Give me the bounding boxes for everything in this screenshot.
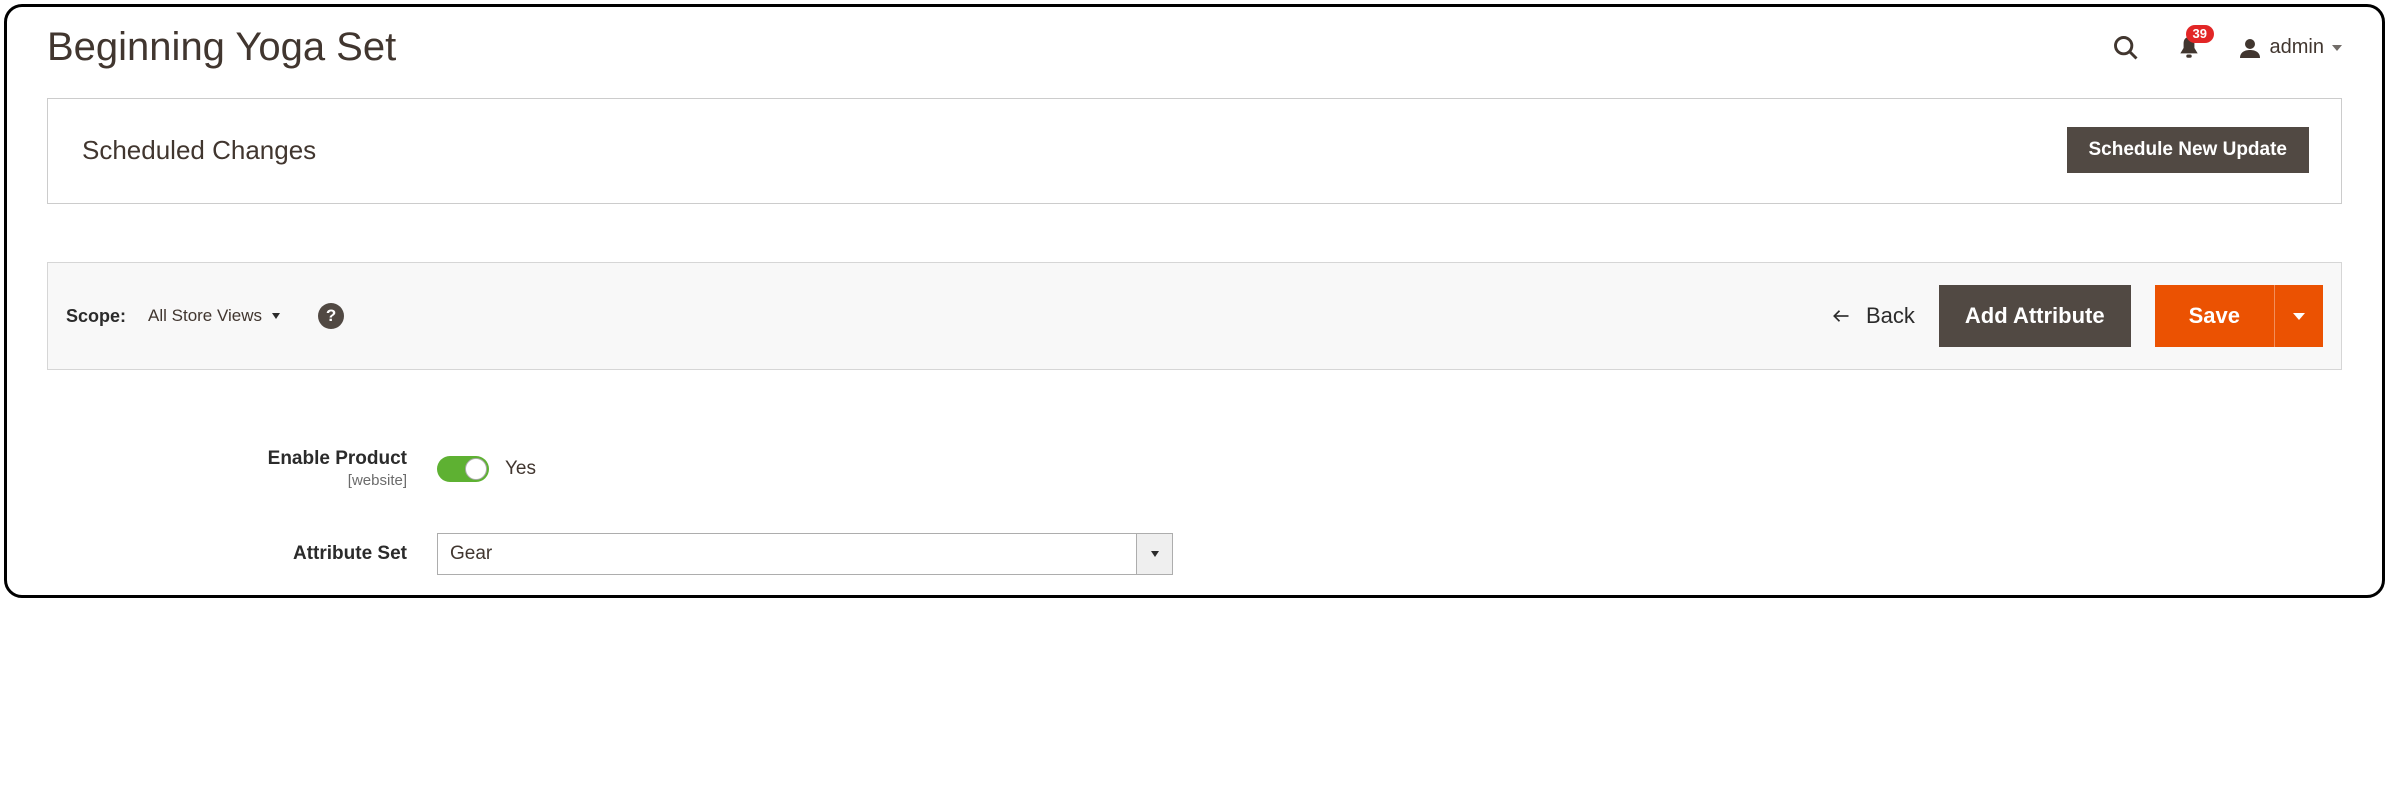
attribute-set-input[interactable]	[437, 533, 1137, 575]
save-split-button: Save	[2155, 285, 2323, 347]
attribute-set-label: Attribute Set	[293, 543, 407, 564]
attribute-set-dropdown-button[interactable]	[1137, 533, 1173, 575]
scheduled-changes-panel: Scheduled Changes Schedule New Update	[47, 98, 2342, 204]
user-name-label: admin	[2270, 36, 2324, 59]
notification-badge: 39	[2186, 25, 2214, 43]
chevron-down-icon	[1151, 551, 1159, 557]
enable-product-label: Enable Product	[268, 448, 407, 469]
enable-product-value: Yes	[505, 458, 536, 480]
chevron-down-icon	[272, 313, 280, 319]
schedule-new-update-button[interactable]: Schedule New Update	[2067, 127, 2310, 173]
notifications-icon[interactable]: 39	[2176, 33, 2202, 63]
product-form: Enable Product [website] Yes Attribute S…	[47, 448, 2342, 575]
save-dropdown-button[interactable]	[2274, 285, 2323, 347]
help-icon[interactable]: ?	[318, 303, 344, 329]
action-toolbar: Scope: All Store Views ? Back Add Attrib…	[47, 262, 2342, 370]
page-title: Beginning Yoga Set	[47, 25, 396, 70]
chevron-down-icon	[2332, 45, 2342, 51]
scope-selector[interactable]: All Store Views	[148, 306, 280, 326]
scope-value-text: All Store Views	[148, 306, 262, 326]
scope-label: Scope:	[66, 306, 126, 327]
chevron-down-icon	[2293, 313, 2305, 320]
back-label: Back	[1866, 303, 1915, 329]
scheduled-changes-title: Scheduled Changes	[82, 135, 316, 166]
add-attribute-button[interactable]: Add Attribute	[1939, 285, 2131, 347]
user-icon	[2238, 36, 2262, 60]
toggle-knob	[465, 458, 487, 480]
back-button[interactable]: Back	[1830, 303, 1915, 329]
header-actions: 39 admin	[2112, 33, 2342, 63]
arrow-left-icon	[1830, 307, 1852, 325]
attribute-set-select[interactable]	[437, 533, 1173, 575]
save-button[interactable]: Save	[2155, 285, 2274, 347]
search-icon[interactable]	[2112, 34, 2140, 62]
enable-product-toggle[interactable]	[437, 456, 489, 482]
enable-product-sublabel: [website]	[47, 472, 407, 489]
user-menu[interactable]: admin	[2238, 36, 2342, 60]
